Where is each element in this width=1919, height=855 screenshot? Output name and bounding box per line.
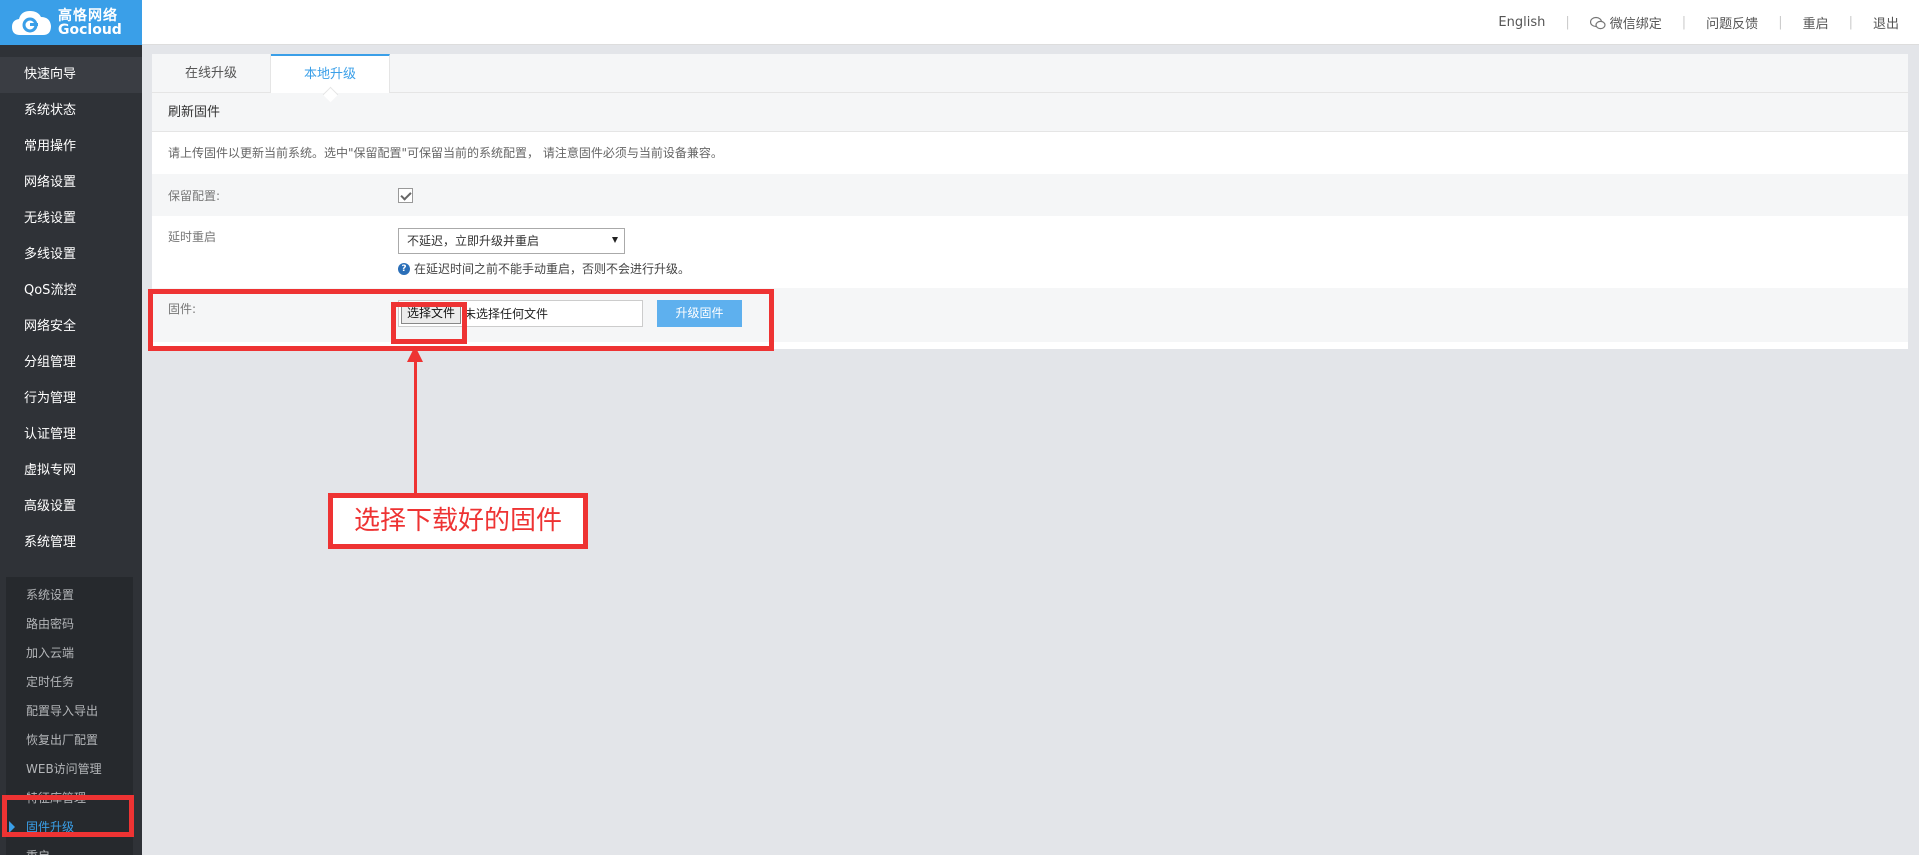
delay-hint-text: 在延迟时间之前不能手动重启，否则不会进行升级。: [414, 262, 691, 276]
tab-bar: 在线升级 本地升级: [152, 54, 1908, 93]
annotation-callout: 选择下载好的固件: [328, 493, 588, 549]
dropdown-caret-icon: [612, 237, 618, 243]
logo[interactable]: 高恪网络 Gocloud: [0, 0, 142, 45]
tab-local-upgrade[interactable]: 本地升级: [271, 54, 390, 93]
menu-item-advanced[interactable]: 高级设置: [0, 489, 142, 525]
menu-item-network-settings[interactable]: 网络设置: [0, 165, 142, 201]
delay-reboot-row: 延时重启 不延迟，立即升级并重启 ? 在延迟时间之前不能手动重启，否则不会进行升…: [152, 216, 1908, 288]
section-description: 请上传固件以更新当前系统。选中"保留配置"可保留当前的系统配置， 请注意固件必须…: [168, 146, 723, 160]
wechat-bind-label: 微信绑定: [1609, 17, 1662, 32]
main-menu: 快速向导 系统状态 常用操作 网络设置 无线设置 多线设置 QoS流控 网络安全…: [0, 57, 142, 561]
keep-config-row: 保留配置:: [152, 174, 1908, 216]
menu-item-vpn[interactable]: 虚拟专网: [0, 453, 142, 489]
cloud-logo-icon: [10, 7, 54, 39]
section-title: 刷新固件: [152, 93, 1908, 132]
feedback-link[interactable]: 问题反馈: [1686, 13, 1778, 32]
wechat-icon: [1589, 16, 1606, 30]
logout-link[interactable]: 退出: [1853, 13, 1899, 32]
menu-item-wireless[interactable]: 无线设置: [0, 201, 142, 237]
delay-hint: ? 在延迟时间之前不能手动重启，否则不会进行升级。: [398, 260, 690, 277]
english-link[interactable]: English: [1478, 15, 1565, 30]
submenu-item-web-access[interactable]: WEB访问管理: [6, 755, 133, 784]
menu-item-system-status[interactable]: 系统状态: [0, 93, 142, 129]
submenu-item-config-import-export[interactable]: 配置导入导出: [6, 697, 133, 726]
top-bar: English | 微信绑定 | 问题反馈 | 重启 | 退出: [142, 0, 1919, 45]
menu-item-groups[interactable]: 分组管理: [0, 345, 142, 381]
annotation-highlight-sidebar: [2, 795, 134, 837]
menu-item-qos[interactable]: QoS流控: [0, 273, 142, 309]
keep-config-label: 保留配置:: [168, 188, 221, 203]
help-icon: ?: [398, 262, 410, 275]
sidebar: 高恪网络 Gocloud 快速向导 系统状态 常用操作 网络设置 无线设置 多线…: [0, 0, 142, 855]
menu-item-security[interactable]: 网络安全: [0, 309, 142, 345]
submenu-item-factory-reset[interactable]: 恢复出厂配置: [6, 726, 133, 755]
menu-item-multiline[interactable]: 多线设置: [0, 237, 142, 273]
brand-name-cn: 高恪网络: [58, 7, 118, 24]
delay-reboot-value: 不延迟，立即升级并重启: [407, 234, 540, 248]
tab-online-upgrade[interactable]: 在线升级: [152, 54, 271, 93]
menu-item-behavior[interactable]: 行为管理: [0, 381, 142, 417]
submenu-item-system-settings[interactable]: 系统设置: [6, 581, 133, 610]
reboot-link[interactable]: 重启: [1783, 13, 1849, 32]
menu-item-quick-guide[interactable]: 快速向导: [0, 57, 142, 93]
submenu-item-router-password[interactable]: 路由密码: [6, 610, 133, 639]
submenu-item-reboot[interactable]: 重启: [6, 842, 133, 855]
delay-reboot-select[interactable]: 不延迟，立即升级并重启: [398, 228, 625, 254]
submenu-item-scheduled-tasks[interactable]: 定时任务: [6, 668, 133, 697]
submenu-item-join-cloud[interactable]: 加入云端: [6, 639, 133, 668]
top-nav: English | 微信绑定 | 问题反馈 | 重启 | 退出: [1478, 0, 1899, 45]
wechat-bind-link[interactable]: 微信绑定: [1570, 13, 1682, 32]
delay-reboot-label: 延时重启: [168, 230, 217, 244]
brand-name-en: Gocloud: [58, 21, 122, 38]
menu-item-auth[interactable]: 认证管理: [0, 417, 142, 453]
annotation-highlight-choose-file: [391, 302, 467, 344]
keep-config-checkbox[interactable]: [398, 187, 413, 203]
menu-item-system-mgmt[interactable]: 系统管理: [0, 525, 142, 561]
annotation-arrow-line: [414, 360, 417, 493]
menu-item-common-ops[interactable]: 常用操作: [0, 129, 142, 165]
